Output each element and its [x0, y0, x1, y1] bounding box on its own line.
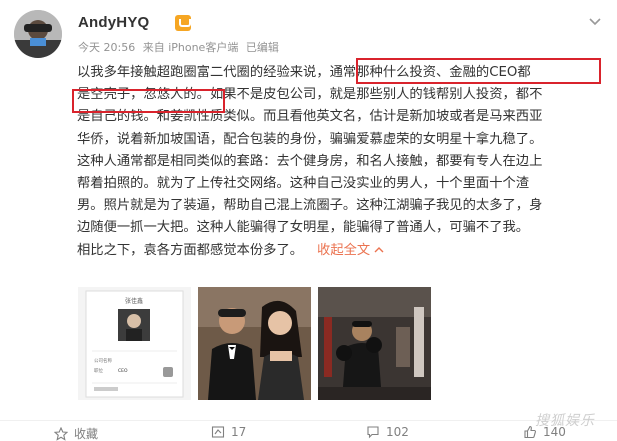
post-line: 华侨，说着新加坡国语，配合包装的身份，骗骗爱慕虚荣的女明星十拿九稳了。	[77, 131, 543, 147]
watermark: 搜狐娱乐	[535, 413, 595, 429]
weibo-post: AndyHYQ 今天 20:56 来自 iPhone客户端 已编辑 以我多年接触…	[0, 0, 617, 441]
card-name: 张佳鑫	[125, 297, 143, 305]
post-line: 男。照片就是为了装逼，帮助自己混上流圈子。这种江湖骗子我见的太多了，身	[77, 198, 543, 214]
collapse-link[interactable]: 收起全文	[317, 243, 384, 258]
comment-button[interactable]: 102	[366, 425, 409, 439]
collapse-label: 收起全文	[317, 242, 371, 258]
profile-card-image[interactable]: 张佳鑫 公司名称 职位 CEO	[78, 287, 191, 400]
comment-icon	[367, 426, 379, 439]
favorite-label: 收藏	[74, 427, 99, 441]
avatar[interactable]	[14, 10, 62, 58]
comment-count: 102	[386, 425, 409, 439]
favorite-button[interactable]: 收藏	[54, 425, 98, 441]
post-line: 边随便一抓一大把。这种人能骗得了女明星，能骗得了普通人，可骗不了我。	[77, 220, 530, 236]
profile-card-graphic: 张佳鑫 公司名称 职位 CEO	[85, 290, 184, 398]
post-time[interactable]: 今天 20:56	[78, 41, 135, 54]
author-name[interactable]: AndyHYQ	[78, 14, 149, 31]
vip-badge-icon	[175, 15, 191, 31]
star-icon	[54, 426, 68, 441]
repost-button[interactable]: 17	[211, 425, 246, 439]
avatar-image	[14, 10, 62, 58]
post-line: 帮着拍照的。就为了上传社交网络。这种自己没实业的男人，十个里面十个渣	[77, 175, 530, 191]
chevron-up-icon	[374, 246, 384, 252]
post-line: 这种人通常都是相同类似的套路：去个健身房，和名人接触，都要有专人在边上	[77, 153, 543, 169]
gym-photo-image[interactable]	[318, 287, 431, 400]
post-line: 是自己的钱。和姜凯性质类似。而且看他英文名，估计是新加坡或者是马来西亚	[77, 109, 543, 125]
post-source: 来自 iPhone客户端	[142, 41, 239, 54]
card-row: CEO	[118, 368, 128, 374]
edited-label[interactable]: 已编辑	[246, 41, 279, 54]
gym-photo-graphic	[318, 287, 431, 400]
post-line: 以我多年接触超跑圈富二代圈的经验来说，通常那种什么投资、金融的CEO都	[77, 65, 531, 80]
repost-icon	[211, 426, 225, 438]
chevron-down-icon[interactable]	[587, 14, 603, 30]
action-bar: 收藏 17 102 140	[0, 420, 617, 441]
couple-photo-image[interactable]	[198, 287, 311, 400]
post-line: 是空壳子，忽悠人的。如果不是皮包公司，就是那些别人的钱帮别人投资，都不	[77, 87, 543, 103]
couple-photo-graphic	[198, 287, 311, 400]
post-text: 以我多年接触超跑圈富二代圈的经验来说，通常那种什么投资、金融的CEO都 是空壳子…	[77, 62, 609, 262]
post-meta: 今天 20:56 来自 iPhone客户端 已编辑	[78, 39, 283, 55]
card-row: 公司名称	[94, 357, 112, 364]
post-line: 相比之下，袁各方面都感觉本份多了。	[77, 242, 304, 258]
post-line-last: 相比之下，袁各方面都感觉本份多了。 收起全文	[77, 240, 609, 262]
card-row: 职位	[94, 367, 103, 374]
repost-count: 17	[231, 425, 247, 439]
